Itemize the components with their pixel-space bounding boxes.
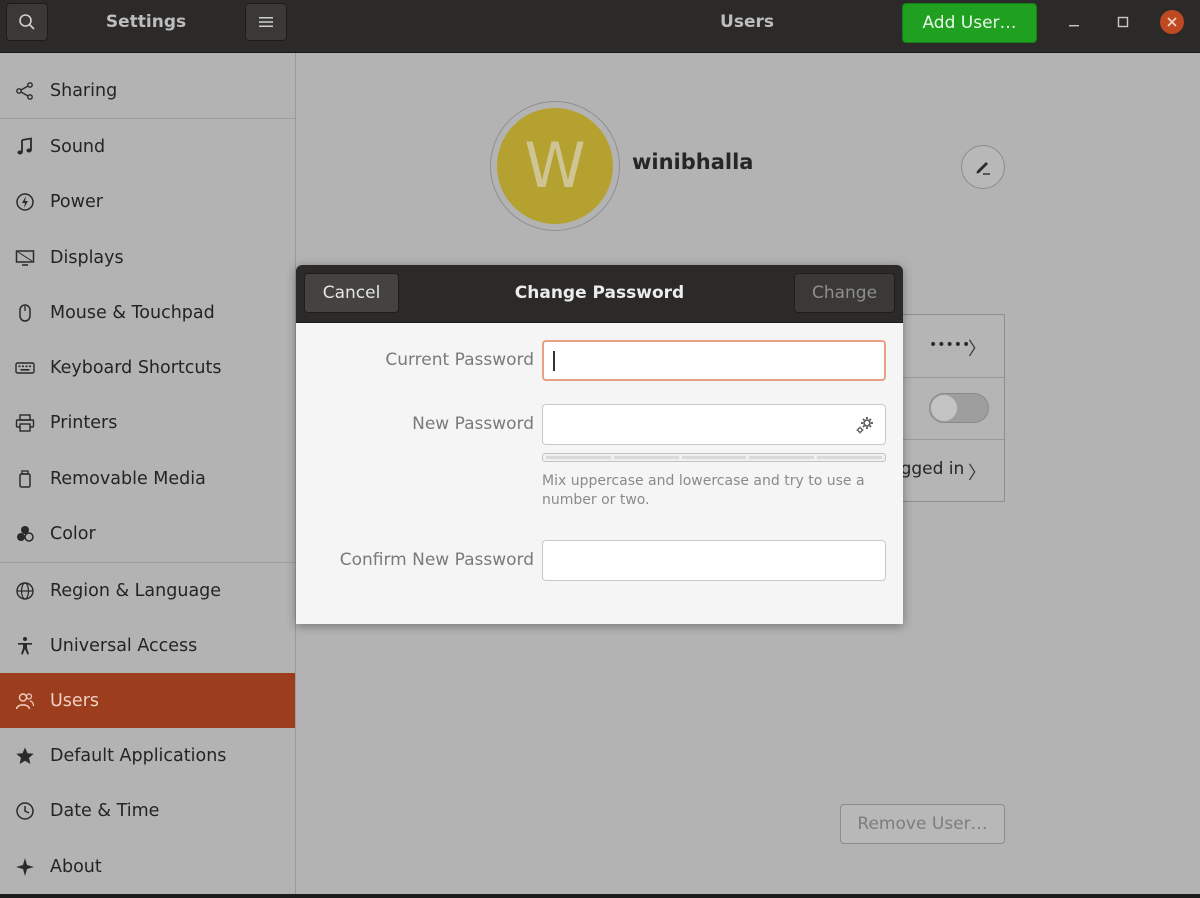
search-icon [19,14,35,30]
sidebar-item-displays[interactable]: Displays [0,230,295,285]
current-password-label: Current Password [385,350,534,370]
sidebar-item-printers[interactable]: Printers [0,395,295,450]
close-button[interactable] [1160,10,1184,34]
sidebar-item-label: Region & Language [50,580,222,601]
printer-icon [0,413,50,433]
username-label: winibhalla [632,150,754,174]
sidebar-item-label: Universal Access [50,635,198,656]
star-icon [0,746,50,766]
new-password-field[interactable] [542,404,886,445]
keyboard-icon [0,358,50,378]
sidebar-item-date-time[interactable]: Date & Time [0,783,295,838]
menu-button[interactable] [245,3,287,41]
minimize-button[interactable] [1062,10,1086,34]
password-hint: Mix uppercase and lowercase and try to u… [542,473,865,508]
globe-icon [0,581,50,601]
sidebar-item-power[interactable]: Power [0,174,295,229]
settings-window: Settings Users Add User… Sharing Sound P… [0,0,1200,894]
sidebar-item-mouse-touchpad[interactable]: Mouse & Touchpad [0,285,295,340]
password-dots: ••••• [929,337,971,353]
sidebar-item-label: About [50,856,102,877]
chevron-right-icon: 〉 [968,339,986,360]
sidebar: Sharing Sound Power Displays Mouse & Tou… [0,53,296,894]
dialog-title: Change Password [514,283,685,303]
sidebar-item-label: Removable Media [50,468,206,489]
removable-media-icon [0,469,50,489]
header-bar: Settings Users Add User… [0,0,1200,53]
panel-title: Users [720,12,774,32]
sidebar-item-label: Users [50,690,100,711]
app-title: Settings [105,12,187,32]
mouse-icon [0,303,50,323]
edit-name-button[interactable] [961,145,1005,189]
automatic-login-toggle[interactable] [929,393,989,423]
clock-icon [0,801,50,821]
sidebar-item-label: Displays [50,247,124,268]
display-icon [0,248,50,268]
sidebar-item-universal-access[interactable]: Universal Access [0,618,295,673]
confirm-password-field[interactable] [542,540,886,581]
sidebar-item-label: Color [50,523,96,544]
sidebar-item-label: Date & Time [50,800,160,821]
sidebar-item-removable-media[interactable]: Removable Media [0,451,295,506]
minimize-icon [1069,25,1079,27]
sidebar-item-label: Power [50,191,103,212]
sidebar-item-label: Sharing [50,80,118,101]
sidebar-item-sound[interactable]: Sound [0,119,295,174]
sidebar-item-default-applications[interactable]: Default Applications [0,728,295,783]
hamburger-menu-icon [259,17,273,27]
change-password-dialog: Cancel Change Password Change Current Pa… [296,265,903,624]
power-icon [0,192,50,212]
remove-user-button[interactable]: Remove User… [840,804,1005,844]
share-icon [0,81,50,101]
sidebar-item-about[interactable]: About [0,839,295,894]
accessibility-icon [0,636,50,656]
maximize-icon [1117,16,1129,28]
toggle-knob [931,395,957,421]
sidebar-item-label: Keyboard Shortcuts [50,357,222,378]
change-button[interactable]: Change [794,273,895,313]
sidebar-item-users[interactable]: Users [0,673,295,728]
music-note-icon [0,136,50,157]
text-cursor [553,351,555,371]
edit-icon [976,162,990,175]
sidebar-item-region-language[interactable]: Region & Language [0,563,295,618]
search-button[interactable] [6,3,48,41]
sidebar-item-color[interactable]: Color [0,506,295,561]
password-strength-meter [542,453,886,462]
sidebar-item-label: Printers [50,412,118,433]
add-user-button[interactable]: Add User… [902,3,1037,43]
avatar[interactable]: W [497,108,613,224]
maximize-button[interactable] [1111,10,1135,34]
confirm-password-label: Confirm New Password [339,550,534,570]
color-icon [0,524,50,544]
sidebar-item-label: Default Applications [50,745,227,766]
sidebar-item-label: Sound [50,136,106,157]
chevron-right-icon: 〉 [968,463,986,484]
sidebar-item-label: Mouse & Touchpad [50,302,215,323]
sidebar-item-sharing[interactable]: Sharing [0,63,295,118]
cancel-button[interactable]: Cancel [304,273,399,313]
sidebar-item-keyboard-shortcuts[interactable]: Keyboard Shortcuts [0,340,295,395]
close-icon [1167,17,1177,27]
sparkle-icon [0,857,50,877]
bottom-edge [0,894,1200,898]
dialog-header: Cancel Change Password Change [296,265,903,323]
new-password-label: New Password [412,414,534,434]
current-password-field[interactable] [542,340,886,381]
generate-password-icon[interactable] [855,415,875,439]
users-icon [0,691,50,711]
